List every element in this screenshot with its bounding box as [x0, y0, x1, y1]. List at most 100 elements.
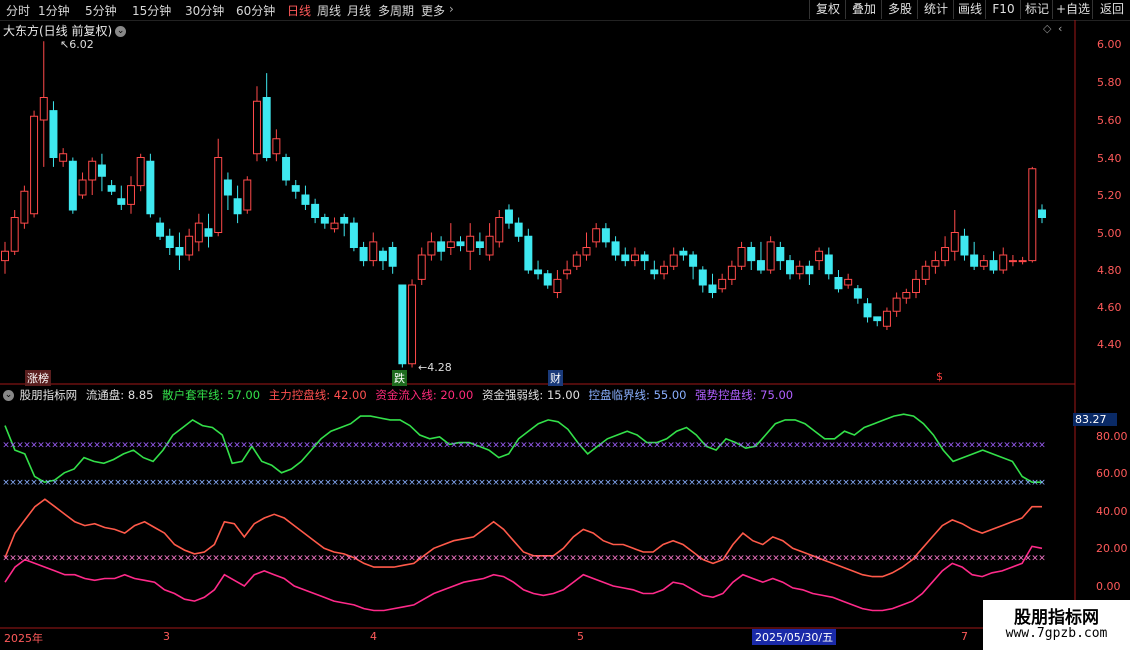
- candle-body: [630, 254, 639, 262]
- candle-body: [175, 247, 184, 256]
- candle-body: [756, 260, 765, 271]
- price-tick: 5.80: [1097, 76, 1122, 89]
- x-tick: 7: [961, 630, 968, 643]
- candle-body: [902, 292, 911, 299]
- candle-body: [204, 228, 213, 237]
- candle-body: [185, 235, 194, 256]
- candle-body: [262, 97, 271, 158]
- candle-body: [243, 179, 252, 211]
- high-marker: ↖6.02: [58, 38, 96, 51]
- candle-body: [873, 316, 882, 322]
- candle-body: [950, 232, 959, 252]
- kline-chart[interactable]: × × × × × × × × × × × × × × × × × × × × × × × × × × × × × × × × × × × × × × × ×…: [0, 0, 1130, 650]
- candle-body: [10, 217, 19, 252]
- candle-body: [718, 278, 727, 290]
- dashed-level-mark: ×: [1038, 478, 1046, 488]
- price-tick: 5.60: [1097, 114, 1122, 127]
- candle-body: [941, 247, 950, 262]
- x-tick: 3: [163, 630, 170, 643]
- candle-body: [417, 254, 426, 280]
- candle-body: [1028, 168, 1037, 262]
- candle-body: [786, 260, 795, 275]
- indicator-item: 资金流入线: 20.00: [375, 388, 474, 402]
- candle-body: [660, 265, 669, 275]
- candle-body: [601, 228, 610, 243]
- candle-body: [543, 273, 552, 286]
- candle-body: [834, 277, 843, 290]
- candle-body: [1038, 209, 1046, 218]
- candle-body: [446, 241, 455, 248]
- candle-body: [1008, 260, 1017, 263]
- candle-body: [340, 217, 349, 224]
- candle-body: [485, 235, 494, 256]
- candle-body: [989, 260, 998, 271]
- candle-body: [582, 247, 591, 256]
- indicator-item: 控盘临界线: 55.00: [588, 388, 687, 402]
- dashed-level-mark: ×: [1038, 440, 1046, 450]
- float-share: 流通盘: 8.85: [85, 388, 154, 402]
- candle-body: [1018, 260, 1027, 263]
- low-marker: ←4.28: [416, 361, 454, 374]
- tag-cai[interactable]: 财: [548, 370, 563, 386]
- candle-body: [466, 235, 475, 252]
- tag-zhangbang[interactable]: 涨榜: [25, 370, 51, 386]
- watermark-title: 股朋指标网: [1014, 608, 1099, 628]
- candle-body: [146, 160, 155, 215]
- candle-body: [223, 179, 232, 196]
- candle-body: [621, 254, 630, 262]
- x-tick: 4: [370, 630, 377, 643]
- candle-body: [892, 297, 901, 312]
- candle-body: [824, 254, 833, 275]
- ind-tick: 60.00: [1096, 467, 1128, 480]
- indicator-name[interactable]: 股朋指标网: [20, 388, 78, 402]
- x-tick: 2025年: [4, 632, 43, 645]
- candle-body: [214, 157, 223, 233]
- candle-body: [252, 100, 261, 155]
- candle-body: [514, 222, 523, 237]
- indicator-header: ⌄ 股朋指标网 流通盘: 8.85 散户套牢线: 57.00 主力控盘线: 42…: [3, 387, 798, 403]
- candle-body: [912, 278, 920, 293]
- ind-tick: 40.00: [1096, 505, 1128, 518]
- candle-body: [456, 241, 465, 247]
- price-tick: 4.80: [1097, 264, 1122, 277]
- candle-body: [727, 265, 736, 280]
- candle-body: [388, 247, 397, 267]
- chevron-down-icon[interactable]: ⌄: [3, 390, 14, 401]
- candle-body: [815, 250, 824, 262]
- candle-body: [88, 160, 97, 181]
- candle-body: [39, 97, 48, 121]
- candle-body: [669, 254, 678, 267]
- candle-body: [553, 278, 562, 293]
- candle-body: [495, 217, 504, 243]
- candle-body: [999, 254, 1008, 271]
- dashed-level-mark: ×: [1038, 554, 1046, 564]
- candle-body: [68, 160, 77, 211]
- arrow-icon: ↖: [60, 38, 70, 51]
- indicator-item: 主力控盘线: 42.00: [268, 388, 367, 402]
- candle-body: [524, 235, 533, 271]
- tag-die[interactable]: 跌: [392, 370, 407, 386]
- candle-body: [592, 228, 601, 243]
- candle-body: [737, 247, 746, 267]
- candle-body: [437, 241, 446, 252]
- candle-body: [650, 269, 659, 275]
- candle-body: [282, 157, 291, 181]
- tag-dollar[interactable]: $: [934, 370, 945, 383]
- candle-body: [882, 310, 891, 327]
- candle-body: [1, 250, 9, 262]
- candle-body: [747, 247, 756, 262]
- candle-body: [127, 185, 135, 205]
- watermark: 股朋指标网 www.7gpzb.com: [983, 600, 1130, 650]
- candle-body: [534, 269, 543, 275]
- candle-body: [611, 241, 620, 256]
- cursor-date: 2025/05/30/五: [752, 629, 837, 645]
- candle-body: [78, 179, 87, 196]
- candle-body: [165, 235, 174, 248]
- candle-body: [233, 198, 242, 215]
- candle-body: [960, 235, 969, 256]
- candle-body: [921, 265, 930, 280]
- candle-body: [49, 110, 58, 158]
- candle-body: [640, 254, 649, 262]
- candle-body: [863, 303, 872, 318]
- price-tick: 5.20: [1097, 189, 1122, 202]
